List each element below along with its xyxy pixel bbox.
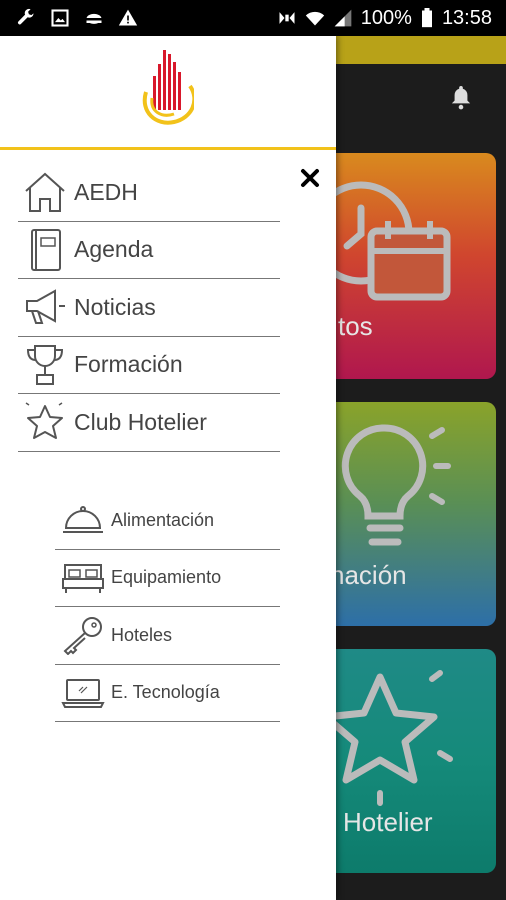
background-app: tos nación Hotelier bbox=[336, 36, 506, 900]
menu-item-aedh[interactable]: AEDH bbox=[18, 164, 280, 222]
submenu-item-alimentacion[interactable]: Alimentación bbox=[55, 492, 280, 550]
lightbulb-icon bbox=[341, 424, 451, 546]
wrench-icon bbox=[17, 8, 34, 25]
menu-item-label: Club Hotelier bbox=[74, 408, 207, 435]
drawer-menu: AEDH Agenda Noticias Formación Club Hote… bbox=[18, 164, 280, 452]
home-icon bbox=[22, 169, 68, 215]
image-icon bbox=[51, 9, 69, 27]
food-cloche-icon bbox=[59, 500, 107, 540]
card-formacion[interactable]: nación bbox=[336, 402, 496, 626]
card-label: nación bbox=[336, 560, 407, 590]
agenda-book-icon bbox=[22, 227, 68, 273]
submenu-item-label: Alimentación bbox=[111, 509, 215, 530]
android-icon bbox=[86, 13, 102, 24]
menu-item-label: Noticias bbox=[74, 293, 156, 320]
club-hotelier-submenu: Alimentación Equipamiento Hoteles E. Tec… bbox=[55, 492, 280, 722]
signal-icon bbox=[334, 9, 352, 27]
submenu-item-label: Hoteles bbox=[111, 624, 173, 645]
submenu-item-tecnologia[interactable]: E. Tecnología bbox=[55, 665, 280, 722]
wifi-icon bbox=[305, 11, 324, 26]
menu-item-agenda[interactable]: Agenda bbox=[18, 222, 280, 279]
megaphone-icon bbox=[22, 284, 68, 330]
menu-item-club-hotelier[interactable]: Club Hotelier bbox=[18, 394, 280, 452]
card-club-hotelier[interactable]: Hotelier bbox=[336, 649, 496, 873]
star-icon bbox=[22, 399, 68, 445]
key-icon bbox=[59, 615, 107, 656]
menu-item-label: Agenda bbox=[74, 236, 154, 263]
card-label: Hotelier bbox=[343, 807, 433, 837]
submenu-item-label: Equipamiento bbox=[111, 567, 222, 588]
submenu-item-label: E. Tecnología bbox=[111, 682, 220, 703]
drawer-header bbox=[0, 36, 336, 150]
battery-icon bbox=[421, 8, 432, 28]
trophy-icon bbox=[22, 342, 68, 388]
clock-time: 13:58 bbox=[441, 6, 492, 29]
menu-item-formacion[interactable]: Formación bbox=[18, 337, 280, 394]
aedh-logo bbox=[142, 50, 194, 125]
laptop-icon bbox=[59, 673, 107, 713]
submenu-item-equipamiento[interactable]: Equipamiento bbox=[55, 550, 280, 607]
bed-icon bbox=[59, 558, 107, 598]
close-icon[interactable] bbox=[298, 166, 322, 190]
card-eventos[interactable]: tos bbox=[336, 153, 496, 379]
battery-percent: 100% bbox=[360, 6, 412, 29]
clock-calendar-icon bbox=[336, 181, 451, 301]
menu-item-noticias[interactable]: Noticias bbox=[18, 279, 280, 337]
status-bar: 100% 13:58 bbox=[0, 0, 506, 36]
menu-item-label: AEDH bbox=[74, 178, 138, 205]
warning-icon bbox=[118, 9, 138, 26]
menu-item-label: Formación bbox=[74, 351, 183, 378]
card-label: tos bbox=[338, 311, 373, 341]
bell-icon[interactable] bbox=[450, 84, 472, 110]
app-top-bar bbox=[336, 36, 506, 64]
star-icon bbox=[336, 670, 453, 806]
navigation-drawer: AEDH Agenda Noticias Formación Club Hote… bbox=[0, 36, 336, 900]
submenu-item-hoteles[interactable]: Hoteles bbox=[55, 607, 280, 665]
nfc-icon bbox=[279, 12, 295, 24]
